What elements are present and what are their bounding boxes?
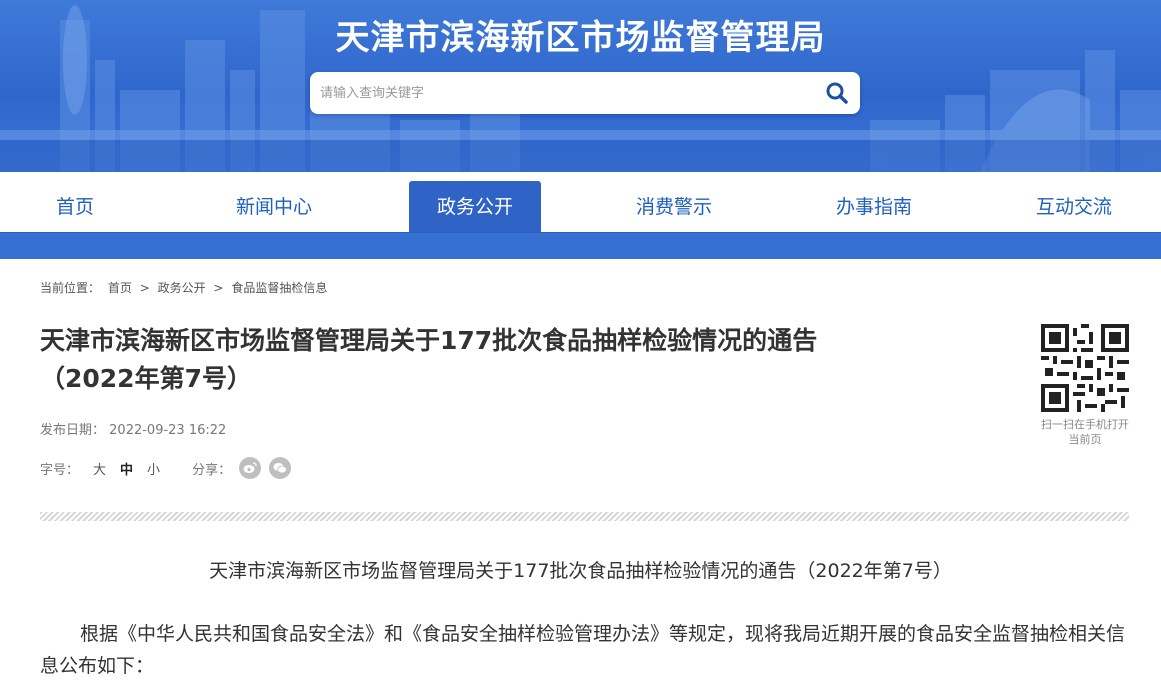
article-title: 天津市滨海新区市场监督管理局关于177批次食品抽样检验情况的通告 （2022年第… <box>40 322 940 398</box>
font-size-medium[interactable]: 中 <box>120 459 133 478</box>
search-button[interactable] <box>822 78 852 108</box>
nav-item-service-guide[interactable]: 办事指南 <box>814 181 934 232</box>
breadcrumb-prefix: 当前位置： <box>40 281 101 295</box>
font-size-large[interactable]: 大 <box>93 459 106 478</box>
publish-date-value: 2022-09-23 16:22 <box>109 423 227 438</box>
article-title-line1: 天津市滨海新区市场监督管理局关于177批次食品抽样检验情况的通告 <box>40 326 818 355</box>
breadcrumb-gov-affairs[interactable]: 政务公开 <box>158 281 206 295</box>
publish-date-label: 发布日期： <box>40 423 106 438</box>
nav-underbar <box>0 232 1161 259</box>
hatched-divider <box>40 512 1129 521</box>
weibo-icon[interactable] <box>239 457 262 479</box>
breadcrumb-food-inspection[interactable]: 食品监督抽检信息 <box>231 281 327 295</box>
nav-item-home[interactable]: 首页 <box>20 181 130 232</box>
search-input[interactable] <box>320 80 800 106</box>
qr-caption: 扫一扫在手机打开当前页 <box>1041 418 1129 446</box>
share-label: 分享： <box>192 462 232 478</box>
breadcrumb: 当前位置： 首页 > 政务公开 > 食品监督抽检信息 <box>40 279 331 296</box>
nav-item-news[interactable]: 新闻中心 <box>214 181 334 232</box>
site-title: 天津市滨海新区市场监督管理局 <box>335 18 826 58</box>
breadcrumb-home[interactable]: 首页 <box>108 281 132 295</box>
font-size-label: 字号： <box>40 462 80 478</box>
qr-code <box>1041 324 1129 412</box>
article-title-line2: （2022年第7号） <box>40 364 252 393</box>
wechat-icon[interactable] <box>269 457 292 479</box>
search-box <box>310 72 860 114</box>
nav-item-consumer-alerts[interactable]: 消费警示 <box>614 181 734 232</box>
search-icon <box>826 82 848 104</box>
body-title: 天津市滨海新区市场监督管理局关于177批次食品抽样检验情况的通告（2022年第7… <box>209 560 952 582</box>
main-nav: 首页 新闻中心 政务公开 消费警示 办事指南 互动交流 <box>0 172 1161 232</box>
breadcrumb-separator: > <box>139 281 150 295</box>
breadcrumb-separator: > <box>213 281 224 295</box>
publish-date: 发布日期： 2022-09-23 16:22 <box>40 419 226 438</box>
article-tools: 字号： 大 中 小 分享： <box>40 457 292 479</box>
nav-item-interaction[interactable]: 互动交流 <box>1014 181 1134 232</box>
font-size-small[interactable]: 小 <box>147 459 160 478</box>
nav-item-gov-affairs[interactable]: 政务公开 <box>409 181 541 232</box>
body-paragraph: 根据《中华人民共和国食品安全法》和《食品安全抽样检验管理办法》等规定，现将我局近… <box>40 623 1126 677</box>
header-banner: 天津市滨海新区市场监督管理局 <box>0 0 1161 172</box>
